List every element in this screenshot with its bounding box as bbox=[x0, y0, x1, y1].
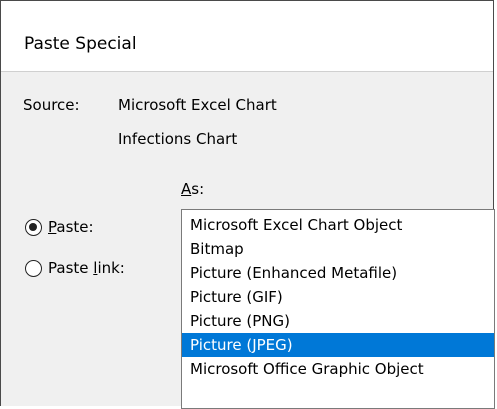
list-item-png[interactable]: Picture (PNG) bbox=[182, 309, 494, 333]
list-item-jpeg[interactable]: Picture (JPEG) bbox=[182, 333, 494, 357]
source-value-object: Infections Chart bbox=[118, 130, 238, 148]
as-label: As: bbox=[181, 180, 204, 198]
paste-radio-button[interactable] bbox=[25, 218, 42, 236]
paste-label-suffix: aste: bbox=[56, 218, 94, 236]
dialog-body: Source: Microsoft Excel Chart Infections… bbox=[1, 71, 495, 409]
as-label-rest: s: bbox=[191, 180, 205, 198]
as-label-accel: A bbox=[181, 180, 192, 198]
dialog-title: Paste Special bbox=[24, 34, 137, 54]
paste-link-label-suffix: ink: bbox=[97, 259, 125, 277]
paste-link-radio-label[interactable]: Paste link: bbox=[48, 259, 125, 277]
source-value-app: Microsoft Excel Chart bbox=[118, 96, 277, 114]
paste-link-radio-option[interactable]: Paste link: bbox=[25, 259, 125, 277]
paste-link-radio-button[interactable] bbox=[25, 259, 42, 277]
source-label: Source: bbox=[23, 96, 80, 114]
list-item-enhanced-metafile[interactable]: Picture (Enhanced Metafile) bbox=[182, 261, 494, 285]
as-format-listbox[interactable]: Microsoft Excel Chart Object Bitmap Pict… bbox=[181, 209, 495, 409]
title-bar[interactable]: Paste Special bbox=[1, 1, 493, 71]
list-item-gif[interactable]: Picture (GIF) bbox=[182, 285, 494, 309]
paste-link-label-prefix: Paste bbox=[48, 259, 94, 277]
paste-radio-label[interactable]: Paste: bbox=[48, 218, 94, 236]
list-item-excel-chart-object[interactable]: Microsoft Excel Chart Object bbox=[182, 213, 494, 237]
list-item-bitmap[interactable]: Bitmap bbox=[182, 237, 494, 261]
paste-radio-option[interactable]: Paste: bbox=[25, 218, 94, 236]
list-item-office-graphic-object[interactable]: Microsoft Office Graphic Object bbox=[182, 357, 494, 381]
paste-special-dialog: Paste Special Source: Microsoft Excel Ch… bbox=[0, 0, 495, 409]
